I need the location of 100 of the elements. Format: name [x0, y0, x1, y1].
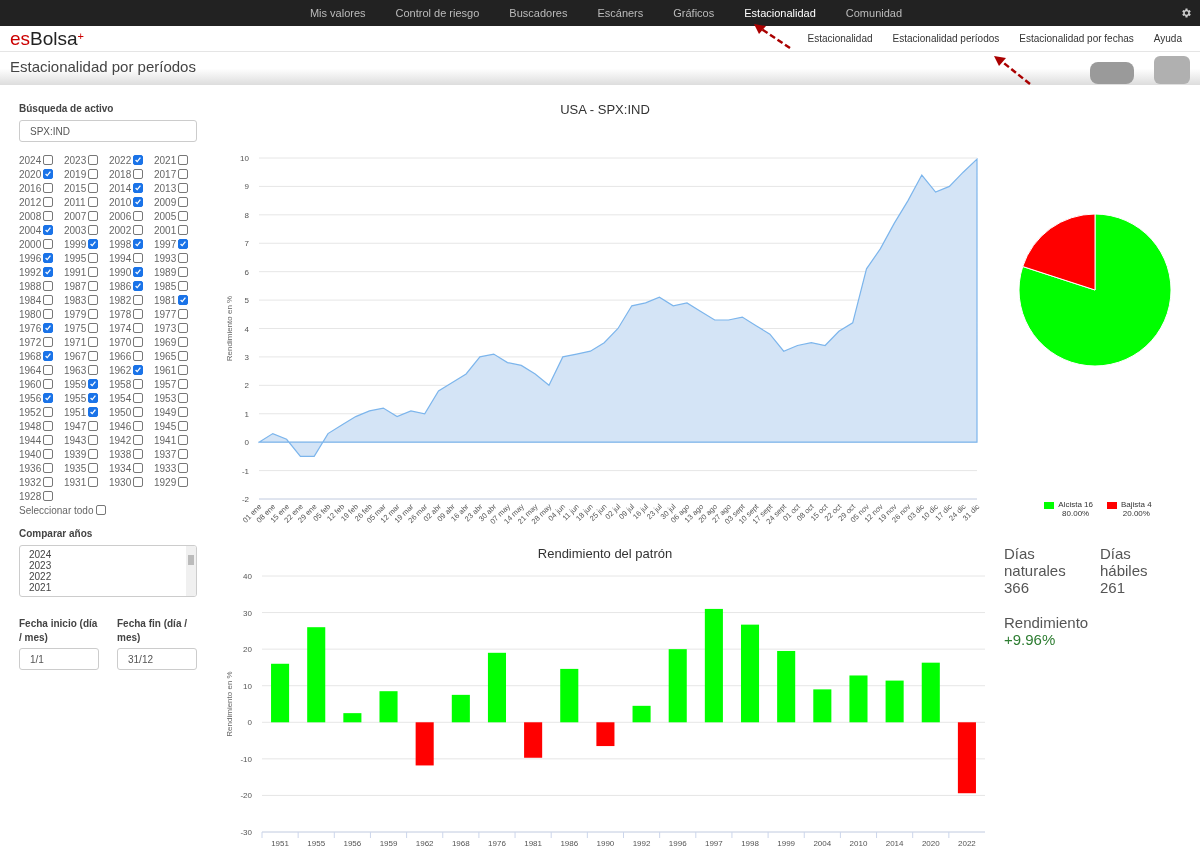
checkbox[interactable]	[178, 281, 189, 291]
checkbox[interactable]	[178, 449, 189, 459]
checkbox[interactable]	[43, 169, 54, 179]
legend-label[interactable]: Bajista 4	[1121, 500, 1152, 509]
checkbox[interactable]	[178, 421, 189, 431]
checkbox[interactable]	[88, 169, 99, 179]
checkbox[interactable]	[133, 309, 144, 319]
checkbox[interactable]	[88, 253, 99, 263]
checkbox[interactable]	[43, 225, 54, 235]
checkbox[interactable]	[178, 155, 189, 165]
list-option[interactable]: 2021	[29, 582, 186, 593]
checkbox[interactable]	[43, 393, 54, 403]
checkbox[interactable]	[43, 337, 54, 347]
checkbox[interactable]	[88, 435, 99, 445]
checkbox[interactable]	[178, 197, 189, 207]
year-list-box[interactable]: 2024 2023 2022 2021	[19, 545, 197, 597]
checkbox[interactable]	[133, 463, 144, 473]
nav-link[interactable]: Ayuda	[1153, 31, 1182, 46]
checkbox[interactable]	[88, 379, 99, 389]
checkbox[interactable]	[178, 337, 189, 347]
nav-link[interactable]: Estacionalidad	[807, 31, 873, 46]
logo[interactable]: esBolsa$^{+}$	[10, 29, 85, 48]
checkbox[interactable]	[133, 379, 144, 389]
checkbox[interactable]	[178, 351, 189, 361]
checkbox[interactable]	[88, 155, 99, 165]
checkbox[interactable]	[133, 295, 144, 305]
checkbox[interactable]	[43, 281, 54, 291]
nav-link[interactable]: Gráficos	[673, 4, 715, 22]
checkbox[interactable]	[88, 267, 99, 277]
checkbox[interactable]	[88, 183, 99, 193]
nav-link[interactable]: Mis valores	[309, 4, 366, 22]
checkbox[interactable]	[43, 239, 54, 249]
checkbox[interactable]	[88, 211, 99, 221]
checkbox[interactable]	[43, 155, 54, 165]
checkbox[interactable]	[43, 463, 54, 473]
checkbox[interactable]	[88, 351, 99, 361]
checkbox[interactable]	[178, 435, 189, 445]
checkbox[interactable]	[178, 211, 189, 221]
checkbox[interactable]	[88, 477, 99, 487]
checkbox[interactable]	[43, 351, 54, 361]
scrollbar[interactable]	[186, 546, 196, 596]
settings-icon[interactable]	[1180, 7, 1192, 19]
checkbox[interactable]	[43, 407, 54, 417]
nav-link[interactable]: Escáners	[597, 4, 644, 22]
checkbox[interactable]	[178, 239, 189, 249]
checkbox[interactable]	[178, 309, 189, 319]
checkbox[interactable]	[178, 365, 189, 375]
checkbox[interactable]	[43, 211, 54, 221]
checkbox[interactable]	[178, 463, 189, 473]
checkbox[interactable]	[88, 337, 99, 347]
checkbox[interactable]	[178, 267, 189, 277]
checkbox[interactable]	[43, 477, 54, 487]
search-field[interactable]: SPX:IND	[19, 120, 197, 142]
checkbox[interactable]	[88, 407, 99, 417]
checkbox[interactable]	[88, 295, 99, 305]
checkbox[interactable]	[133, 323, 144, 333]
checkbox[interactable]	[178, 183, 189, 193]
checkbox[interactable]	[178, 225, 189, 235]
nav-link[interactable]: Buscadores	[509, 4, 568, 22]
checkbox[interactable]	[43, 379, 54, 389]
date-field[interactable]: 31/12	[117, 648, 197, 670]
checkbox[interactable]	[133, 421, 144, 431]
checkbox[interactable]	[178, 169, 189, 179]
checkbox[interactable]	[133, 281, 144, 291]
checkbox[interactable]	[133, 435, 144, 445]
checkbox[interactable]	[88, 239, 99, 249]
checkbox[interactable]	[87, 197, 98, 207]
nav-link[interactable]: Comunidad	[845, 4, 903, 22]
list-option[interactable]: 2024	[29, 549, 186, 560]
date-field[interactable]: 1/1	[19, 648, 99, 670]
checkbox[interactable]	[133, 365, 144, 375]
checkbox[interactable]	[178, 407, 189, 417]
checkbox[interactable]	[88, 449, 99, 459]
checkbox[interactable]	[178, 295, 189, 305]
checkbox[interactable]	[133, 183, 144, 193]
checkbox[interactable]	[133, 239, 144, 249]
checkbox[interactable]	[88, 225, 99, 235]
checkbox[interactable]	[133, 393, 144, 403]
checkbox[interactable]	[43, 421, 54, 431]
list-option[interactable]: 2022	[29, 571, 186, 582]
nav-link[interactable]: Estacionalidad períodos	[892, 31, 1000, 46]
checkbox[interactable]	[43, 323, 54, 333]
checkbox[interactable]	[178, 393, 189, 403]
checkbox[interactable]	[43, 365, 54, 375]
checkbox[interactable]	[88, 463, 99, 473]
checkbox[interactable]	[43, 309, 54, 319]
checkbox[interactable]	[133, 197, 144, 207]
checkbox[interactable]	[88, 421, 99, 431]
checkbox[interactable]	[43, 267, 54, 277]
nav-link[interactable]: Estacionalidad	[744, 4, 816, 22]
checkbox[interactable]	[133, 169, 144, 179]
checkbox[interactable]	[43, 449, 54, 459]
checkbox[interactable]	[133, 351, 144, 361]
checkbox[interactable]	[43, 491, 54, 501]
checkbox[interactable]	[133, 407, 144, 417]
nav-link[interactable]: Estacionalidad por fechas	[1019, 31, 1134, 46]
checkbox[interactable]	[95, 505, 106, 515]
checkbox[interactable]	[178, 477, 189, 487]
checkbox[interactable]	[178, 253, 189, 263]
checkbox[interactable]	[43, 435, 54, 445]
